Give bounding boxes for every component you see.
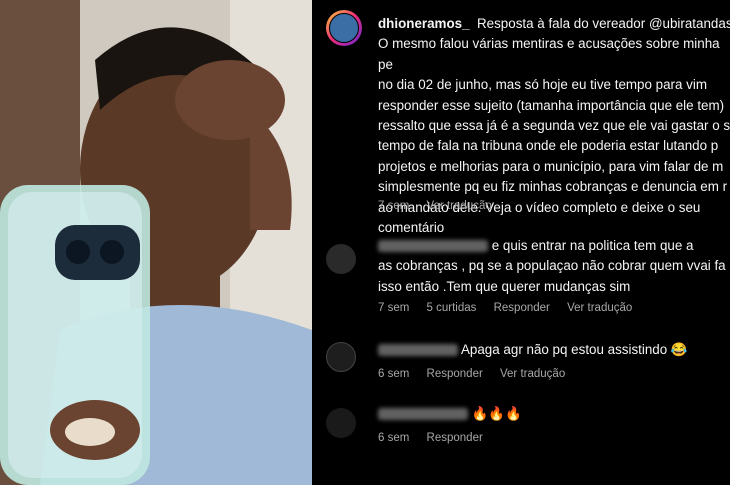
- commenter-avatar[interactable]: [326, 408, 356, 438]
- blurred-username: [378, 344, 458, 357]
- author-username[interactable]: dhioneramos_: [378, 16, 470, 31]
- post-translate-link[interactable]: Ver tradução: [427, 200, 492, 212]
- comment-meta: 7 sem 5 curtidas Responder Ver tradução: [378, 302, 646, 314]
- blurred-username: [378, 240, 488, 253]
- post-meta: 7 sem Ver tradução: [378, 200, 506, 212]
- blurred-username: [378, 408, 468, 421]
- commenter-avatar[interactable]: [326, 244, 356, 274]
- comment-time: 6 sem: [378, 432, 410, 444]
- author-avatar[interactable]: [326, 10, 362, 46]
- post-photo: [0, 0, 312, 485]
- selfie-image: [0, 0, 312, 485]
- comment-likes[interactable]: 5 curtidas: [427, 302, 477, 314]
- comment-time: 6 sem: [378, 368, 410, 380]
- comment-text: Apaga agr não pq estou assistindo 😂: [460, 342, 688, 357]
- comment-text: 🔥🔥🔥: [471, 406, 522, 421]
- comment-meta: 6 sem Responder Ver tradução: [378, 368, 579, 380]
- comment-text-block: 🔥🔥🔥: [378, 404, 730, 424]
- comment-time: 7 sem: [378, 302, 410, 314]
- comment-text-block: e quis entrar na politica tem que a as c…: [378, 236, 730, 297]
- comment-text-block: Apaga agr não pq estou assistindo 😂: [378, 340, 730, 360]
- commenter-avatar[interactable]: [326, 342, 356, 372]
- comment-reply-button[interactable]: Responder: [427, 432, 483, 444]
- comment-translate-link[interactable]: Ver tradução: [500, 368, 565, 380]
- comment-meta: 6 sem Responder: [378, 432, 497, 444]
- comments-panel: dhioneramos_ Resposta à fala do vereador…: [312, 0, 730, 485]
- post-time: 7 sem: [378, 200, 410, 212]
- comment-reply-button[interactable]: Responder: [427, 368, 483, 380]
- comment-reply-button[interactable]: Responder: [494, 302, 550, 314]
- comment-translate-link[interactable]: Ver tradução: [567, 302, 632, 314]
